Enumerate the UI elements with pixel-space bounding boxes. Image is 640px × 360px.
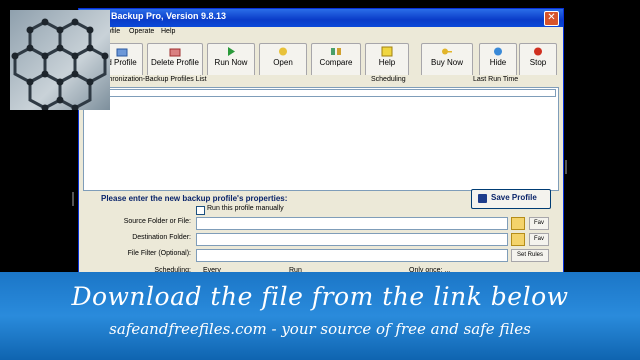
toolbar-label: Help	[378, 58, 396, 67]
destination-label: Destination Folder:	[132, 234, 191, 241]
toolbar-label: Compare	[319, 58, 353, 67]
toolbar-label: Hide	[489, 58, 507, 67]
hide-icon	[494, 47, 502, 56]
key-icon	[442, 48, 452, 55]
play-icon	[228, 47, 235, 56]
banner-subtext: safeandfreefiles.com - your source of fr…	[109, 320, 531, 338]
toolbar-label: Buy Now	[430, 58, 463, 67]
help-button[interactable]: Help	[365, 43, 409, 77]
close-button[interactable]: ✕	[544, 11, 559, 26]
menu-bar: rofile Operate Help	[79, 27, 563, 39]
toolbar-label: Run Now	[214, 58, 248, 67]
toolbar-label: Open	[273, 58, 293, 67]
toolbar-label: Stop	[529, 58, 547, 67]
save-profile-label: Save Profile	[491, 193, 537, 202]
delete-folder-icon	[169, 48, 181, 57]
window-title: o Backup Pro, Version 9.8.13	[103, 11, 227, 21]
molecule-image	[11, 18, 109, 112]
buy-now-button[interactable]: Buy Now	[421, 43, 473, 77]
graphene-thumbnail	[10, 10, 110, 112]
run-now-button[interactable]: Run Now	[207, 43, 255, 77]
compare-button[interactable]: Compare	[311, 43, 361, 77]
toolbar: d Profile Delete Profile Run Now Open Co…	[79, 41, 563, 79]
source-label: Source Folder or File:	[123, 218, 191, 225]
stop-button[interactable]: Stop	[519, 43, 557, 77]
open-icon	[279, 47, 287, 56]
fav-button[interactable]: Fav	[529, 233, 549, 246]
fav-button[interactable]: Fav	[529, 217, 549, 230]
run-manually-checkbox[interactable]	[196, 206, 205, 215]
background-mark	[72, 192, 74, 206]
download-banner[interactable]: Download the file from the link below sa…	[0, 272, 640, 360]
banner-headline: Download the file from the link below	[71, 282, 569, 311]
column-header-profiles[interactable]: chronization-Backup Profiles List	[105, 76, 207, 83]
destination-input[interactable]	[196, 233, 508, 246]
help-icon	[381, 46, 393, 57]
menu-help[interactable]: Help	[161, 28, 175, 35]
save-profile-button[interactable]: Save Profile	[471, 189, 551, 209]
delete-profile-button[interactable]: Delete Profile	[147, 43, 203, 77]
open-button[interactable]: Open	[259, 43, 307, 77]
menu-operate[interactable]: Operate	[129, 28, 154, 35]
folder-icon	[116, 48, 128, 57]
hide-button[interactable]: Hide	[479, 43, 517, 77]
column-header-last-run[interactable]: Last Run Time	[473, 76, 518, 83]
source-input[interactable]	[196, 217, 508, 230]
form-title: Please enter the new backup profile's pr…	[101, 194, 288, 203]
column-header-scheduling[interactable]: Scheduling	[371, 76, 406, 83]
title-bar[interactable]: o Backup Pro, Version 9.8.13 ✕	[79, 9, 563, 27]
toolbar-label: Delete Profile	[150, 58, 200, 67]
filter-label: File Filter (Optional):	[127, 250, 191, 257]
background-mark	[565, 160, 567, 174]
list-item[interactable]	[86, 89, 556, 97]
set-rules-button[interactable]: Set Rules	[511, 249, 549, 262]
filter-input[interactable]	[196, 249, 508, 262]
compare-icon	[331, 48, 341, 55]
disk-icon	[478, 194, 487, 203]
run-manually-label: Run this profile manually	[207, 205, 284, 212]
profiles-list[interactable]	[83, 87, 559, 191]
stop-icon	[534, 47, 542, 56]
browse-folder-icon[interactable]	[511, 217, 525, 230]
browse-folder-icon[interactable]	[511, 233, 525, 246]
app-window: o Backup Pro, Version 9.8.13 ✕ rofile Op…	[78, 8, 564, 280]
